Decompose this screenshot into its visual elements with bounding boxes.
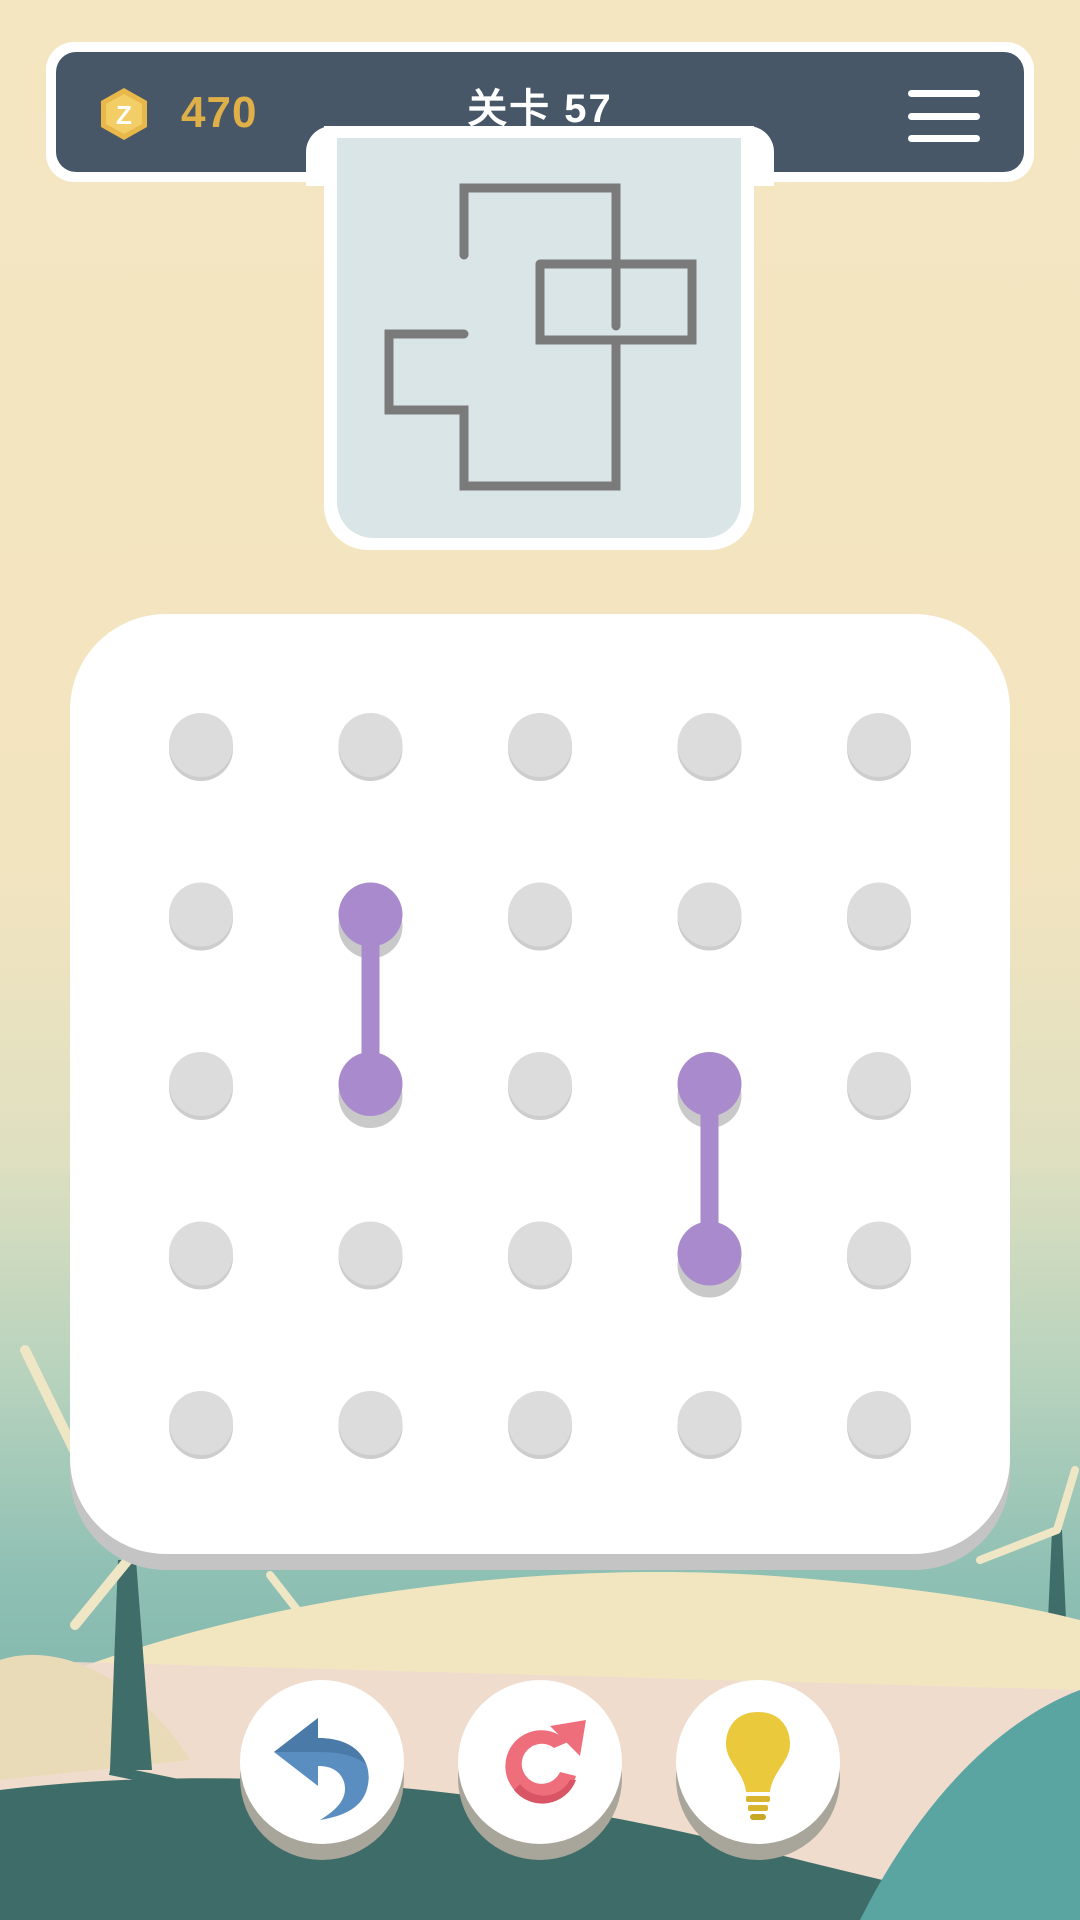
grid-dot[interactable]: [847, 1391, 911, 1455]
grid-dot[interactable]: [169, 1391, 233, 1455]
grid-dot[interactable]: [677, 882, 742, 947]
hint-button[interactable]: [676, 1680, 840, 1844]
grid-dot[interactable]: [169, 1221, 233, 1286]
grid-dot[interactable]: [847, 713, 911, 777]
grid-dot[interactable]: [338, 713, 403, 777]
grid-dot[interactable]: [169, 882, 233, 947]
undo-arrow-icon: [274, 1718, 369, 1820]
grid-dot-connected[interactable]: [338, 1052, 403, 1116]
restart-arrow-icon: [505, 1720, 586, 1804]
grid-dot[interactable]: [847, 1052, 911, 1116]
grid-dot[interactable]: [847, 882, 911, 947]
dot-grid: [169, 713, 911, 1459]
grid-dot[interactable]: [338, 1391, 403, 1455]
grid-dot[interactable]: [508, 1221, 572, 1286]
grid-dot[interactable]: [169, 1052, 233, 1116]
grid-dot[interactable]: [677, 713, 742, 777]
target-preview: [337, 138, 741, 538]
restart-button[interactable]: [458, 1680, 622, 1844]
grid-dot[interactable]: [508, 1052, 572, 1116]
hamburger-menu-icon: [908, 90, 980, 97]
menu-button[interactable]: [908, 90, 980, 142]
grid-dot-connected[interactable]: [338, 882, 403, 947]
grid-dot[interactable]: [677, 1391, 742, 1455]
grid-dot-connected[interactable]: [677, 1052, 742, 1116]
lightbulb-icon: [726, 1712, 790, 1820]
grid-dot-connected[interactable]: [677, 1221, 742, 1286]
undo-button[interactable]: [240, 1680, 404, 1844]
grid-dot[interactable]: [847, 1221, 911, 1286]
grid-dot[interactable]: [338, 1221, 403, 1286]
grid-dot[interactable]: [508, 713, 572, 777]
target-shape-preview: [384, 183, 697, 491]
grid-dot[interactable]: [169, 713, 233, 777]
grid-dot[interactable]: [508, 882, 572, 947]
grid-dot[interactable]: [508, 1391, 572, 1455]
puzzle-board: [70, 614, 1010, 1554]
